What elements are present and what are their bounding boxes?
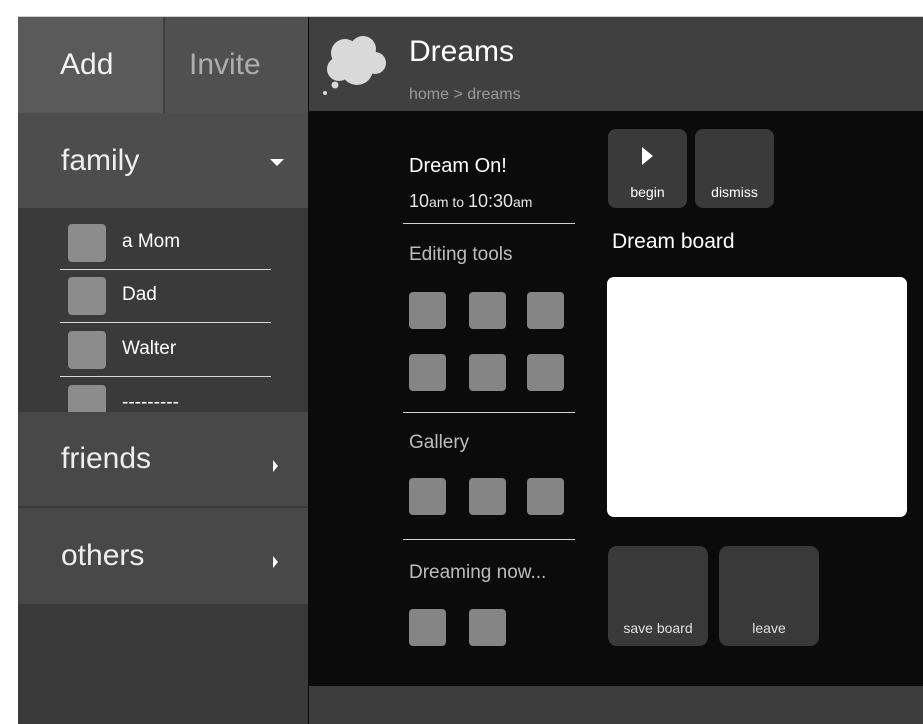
group-others-header[interactable]: others xyxy=(18,508,308,604)
list-item-member[interactable]: Walter xyxy=(60,324,271,377)
breadcrumb[interactable]: home > dreams xyxy=(409,86,521,104)
member-avatar xyxy=(68,331,106,369)
editing-tool-tile[interactable] xyxy=(527,292,564,329)
family-member-list: a Mom Dad Walter --------- xyxy=(18,208,308,412)
begin-button-label: begin xyxy=(630,184,665,200)
group-family-header[interactable]: family xyxy=(18,113,308,208)
dismiss-button[interactable]: dismiss xyxy=(695,129,774,208)
sidebar-tabs: Add Invite xyxy=(18,17,308,113)
event-start-number: 10 xyxy=(409,191,430,211)
section-gallery: Gallery xyxy=(409,432,470,453)
list-item-member[interactable]: --------- xyxy=(60,378,271,412)
editing-tool-tile[interactable] xyxy=(527,354,564,391)
leave-button-label: leave xyxy=(752,620,786,636)
dream-board-title: Dream board xyxy=(612,230,735,253)
divider xyxy=(403,412,575,413)
gallery-tile[interactable] xyxy=(527,478,564,515)
save-board-button[interactable]: save board xyxy=(608,546,708,646)
app-window: Add Invite family a Mom Dad Walter -----… xyxy=(18,17,923,724)
list-item-member[interactable]: a Mom xyxy=(60,217,271,270)
member-avatar xyxy=(68,277,106,315)
event-time: 10am to 10:30am xyxy=(409,191,532,212)
group-friends-label: friends xyxy=(61,442,152,475)
leave-button[interactable]: leave xyxy=(719,546,819,646)
group-friends-header[interactable]: friends xyxy=(18,412,308,508)
group-family-label: family xyxy=(61,143,140,177)
editing-tool-tile[interactable] xyxy=(409,354,446,391)
editing-tool-tile[interactable] xyxy=(469,354,506,391)
add-tab-label: Add xyxy=(60,48,114,81)
thought-cloud-icon xyxy=(323,36,386,95)
begin-button[interactable]: begin xyxy=(608,129,687,208)
section-editing-tools: Editing tools xyxy=(409,244,513,265)
play-icon xyxy=(642,147,653,165)
event-end-suffix: am xyxy=(513,194,533,210)
caret-down-icon xyxy=(270,159,284,166)
add-tab[interactable]: Add xyxy=(18,17,165,113)
page-title: Dreams xyxy=(409,35,515,68)
invite-tab-label: Invite xyxy=(189,48,261,81)
group-others-label: others xyxy=(61,539,145,572)
divider xyxy=(403,223,575,224)
event-title: Dream On! xyxy=(409,155,507,177)
invite-tab[interactable]: Invite xyxy=(165,17,308,113)
page-header: Dreams home > dreams xyxy=(309,17,923,111)
caret-right-icon xyxy=(273,460,278,472)
footer-bar xyxy=(309,686,923,724)
caret-right-icon xyxy=(273,556,278,568)
list-item-member[interactable]: Dad xyxy=(60,270,271,323)
member-avatar xyxy=(68,385,106,412)
member-name: Dad xyxy=(122,284,157,305)
editing-tool-tile[interactable] xyxy=(409,292,446,329)
section-dreaming-now: Dreaming now... xyxy=(409,562,547,583)
event-time-separator: to xyxy=(448,194,468,210)
dismiss-button-label: dismiss xyxy=(711,184,758,200)
dream-board-canvas[interactable] xyxy=(607,277,907,517)
event-end-number: 10:30 xyxy=(467,191,513,211)
divider xyxy=(403,539,575,540)
member-name: --------- xyxy=(122,392,179,412)
dreaming-now-tile[interactable] xyxy=(409,609,446,646)
save-board-label: save board xyxy=(623,620,693,636)
gallery-tile[interactable] xyxy=(469,478,506,515)
member-name: a Mom xyxy=(122,231,181,252)
dreaming-now-tile[interactable] xyxy=(469,609,506,646)
sidebar: Add Invite family a Mom Dad Walter -----… xyxy=(18,17,308,724)
gallery-tile[interactable] xyxy=(409,478,446,515)
editing-tool-tile[interactable] xyxy=(469,292,506,329)
event-start-suffix: am xyxy=(429,194,449,210)
member-avatar xyxy=(68,224,106,262)
member-name: Walter xyxy=(122,338,177,359)
